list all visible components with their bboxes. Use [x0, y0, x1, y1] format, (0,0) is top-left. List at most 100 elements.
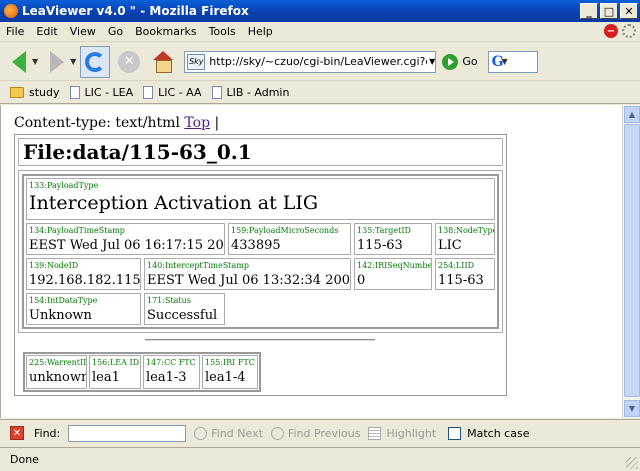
minimize-button[interactable]: _ — [580, 3, 598, 19]
find-input[interactable] — [68, 424, 187, 442]
update-alert-icon[interactable]: − — [604, 24, 618, 38]
bookmark-study[interactable]: study — [10, 86, 60, 99]
site-favicon-icon: Sky — [187, 53, 206, 70]
checkbox-icon[interactable] — [448, 426, 462, 440]
field-label: 140:InterceptTimeStamp — [147, 261, 249, 270]
iri-ftc-cell: 155:IRI FTC lea1-4 — [202, 355, 258, 389]
search-box[interactable]: G ▼ — [487, 50, 538, 73]
field-label: 154:IntDataType — [29, 296, 98, 305]
back-arrow-icon — [12, 50, 26, 73]
vertical-scrollbar[interactable]: ▲ ▼ — [622, 105, 640, 418]
go-button[interactable]: Go — [442, 53, 478, 70]
match-case-checkbox[interactable]: Match case — [448, 426, 529, 440]
firefox-icon — [4, 4, 18, 18]
back-button[interactable] — [4, 47, 34, 77]
intercept-timestamp-cell: 140:InterceptTimeStamp EEST Wed Jul 06 1… — [144, 258, 351, 290]
stop-button[interactable]: ✕ — [114, 47, 144, 77]
search-engine-dropdown-icon[interactable]: ▼ — [502, 57, 508, 66]
go-icon — [442, 53, 459, 70]
payload-type-cell: 133:PayloadType Interception Activation … — [26, 178, 495, 220]
field-label: 155:IRI FTC — [205, 358, 255, 367]
find-next-icon — [194, 426, 208, 440]
file-title-cell: File:data/115-63_0.1 — [18, 138, 503, 166]
navigation-toolbar: ▼ ▼ ✕ Sky http://sky/~czuo/cgi-bin/LeaVi… — [0, 43, 640, 81]
title-bar: LeaViewer v4.0 " - Mozilla Firefox _ □ ✕ — [0, 0, 640, 22]
target-id-cell: 135:TargetID 115-63 — [354, 223, 432, 255]
find-previous-icon — [270, 426, 284, 440]
field-value: 433895 — [231, 238, 281, 253]
record-table: File:data/115-63_0.1 133:PayloadType Int… — [14, 134, 507, 396]
top-link[interactable]: Top — [184, 115, 210, 131]
field-value: lea1 — [92, 370, 120, 385]
bookmark-lib-admin[interactable]: LIB - Admin — [211, 86, 289, 99]
bookmarks-toolbar: study LIC - LEA LIC - AA LIB - Admin — [0, 82, 640, 104]
iri-seq-number-cell: 142:IRISeqNumber 0 — [354, 258, 432, 290]
menu-tools[interactable]: Tools — [203, 25, 242, 38]
url-text[interactable]: http://sky/~czuo/cgi-bin/LeaViewer.cgi?d… — [209, 55, 427, 68]
scroll-down-icon[interactable]: ▼ — [624, 400, 640, 417]
field-value: lea1-4 — [205, 370, 246, 385]
field-value: 115-63 — [438, 273, 484, 288]
find-label: Find: — [34, 426, 61, 440]
menu-edit[interactable]: Edit — [30, 25, 63, 38]
liid-cell: 254:LIID 115-63 — [435, 258, 495, 290]
field-value: Successful — [147, 308, 218, 323]
stop-icon: ✕ — [118, 50, 141, 73]
bookmark-lic-aa[interactable]: LIC - AA — [143, 86, 202, 99]
field-label: 156:LEA ID — [92, 358, 140, 367]
close-button[interactable]: ✕ — [620, 3, 638, 19]
home-button[interactable] — [148, 47, 178, 77]
menu-bar: File Edit View Go Bookmarks Tools Help − — [0, 22, 640, 42]
field-label: 134:PayloadTimeStamp — [29, 226, 125, 235]
forward-button[interactable] — [42, 47, 72, 77]
go-label: Go — [462, 55, 478, 68]
field-label: 138:NodeType — [438, 226, 495, 235]
folder-icon — [10, 87, 24, 98]
separator: | — [214, 115, 220, 131]
forward-arrow-icon — [50, 50, 65, 73]
reload-button[interactable] — [80, 45, 111, 78]
field-label: 133:PayloadType — [29, 181, 99, 190]
url-history-dropdown-icon[interactable]: ▼ — [429, 57, 435, 66]
url-bar[interactable]: Sky http://sky/~czuo/cgi-bin/LeaViewer.c… — [184, 50, 437, 73]
bookmark-lic-lea[interactable]: LIC - LEA — [69, 86, 133, 99]
field-label: 142:IRISeqNumber — [357, 261, 432, 270]
content-type-text: Content-type: text/html — [14, 115, 180, 131]
field-label: 159:PayloadMicroSeconds — [231, 226, 339, 235]
field-label: 254:LIID — [438, 261, 475, 270]
highlight-icon — [368, 426, 382, 440]
page-icon — [69, 86, 80, 99]
payload-record: 133:PayloadType Interception Activation … — [18, 170, 503, 333]
field-value: EEST Wed Jul 06 13:32:34 2005 — [147, 273, 351, 288]
maximize-button[interactable]: □ — [600, 3, 618, 19]
page-icon — [211, 86, 222, 99]
menu-view[interactable]: View — [64, 25, 102, 38]
field-value: lea1-3 — [146, 370, 187, 385]
file-title: File:data/115-63_0.1 — [23, 140, 252, 164]
find-next-button[interactable]: Find Next — [194, 426, 263, 440]
highlight-button[interactable]: Highlight — [368, 426, 436, 440]
page-icon — [143, 86, 154, 99]
menu-help[interactable]: Help — [242, 25, 279, 38]
resize-grip-icon[interactable] — [626, 457, 638, 469]
field-label: 135:TargetID — [357, 226, 411, 235]
field-value: 0 — [357, 273, 366, 288]
find-previous-button[interactable]: Find Previous — [270, 426, 360, 440]
menu-file[interactable]: File — [0, 25, 30, 38]
close-find-bar-icon[interactable]: ✕ — [10, 426, 24, 440]
status-bar: Done — [0, 447, 640, 471]
divider — [145, 339, 375, 341]
menu-go[interactable]: Go — [102, 25, 129, 38]
back-history-dropdown-icon[interactable]: ▼ — [32, 57, 38, 66]
scrollbar-thumb[interactable] — [624, 124, 640, 397]
menu-bookmarks[interactable]: Bookmarks — [129, 25, 202, 38]
scroll-up-icon[interactable]: ▲ — [624, 106, 640, 123]
payload-timestamp-cell: 134:PayloadTimeStamp EEST Wed Jul 06 16:… — [26, 223, 225, 255]
field-value: 192.168.182.115 — [29, 273, 141, 288]
warrant-id-cell: 225:WarrentID unknown — [26, 355, 87, 389]
forward-history-dropdown-icon[interactable]: ▼ — [70, 57, 76, 66]
window-title: LeaViewer v4.0 " - Mozilla Firefox — [22, 4, 249, 18]
cc-ftc-cell: 147:CC FTC lea1-3 — [143, 355, 200, 389]
status-text: Done — [10, 453, 39, 466]
payload-microseconds-cell: 159:PayloadMicroSeconds 433895 — [228, 223, 351, 255]
